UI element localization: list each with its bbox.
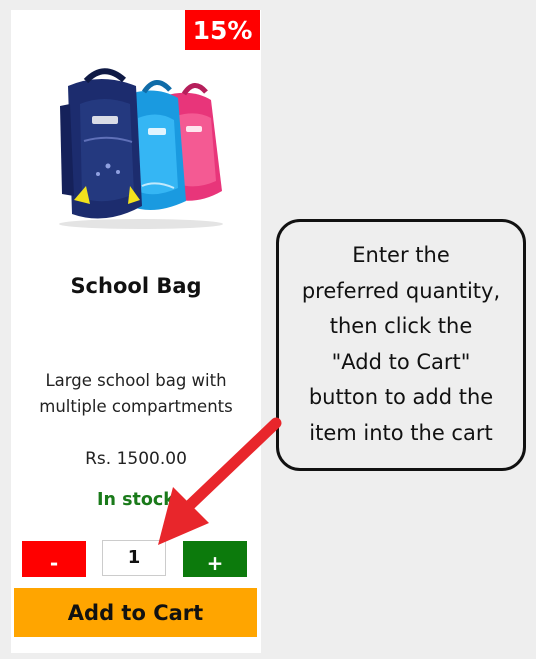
product-description: Large school bag with multiple compartme… xyxy=(11,368,261,420)
stock-status: In stock xyxy=(97,490,175,510)
instruction-callout: Enter the preferred quantity, then click… xyxy=(276,219,526,471)
product-image xyxy=(59,68,223,229)
add-to-cart-button[interactable]: Add to Cart xyxy=(14,588,257,637)
instruction-text: Enter the preferred quantity, then click… xyxy=(301,243,501,445)
discount-badge: 15% xyxy=(185,10,260,50)
product-card: 15% School Bag Large school bag with mul… xyxy=(11,10,261,653)
navy-backpack xyxy=(60,68,142,219)
description-line-2: multiple compartments xyxy=(39,397,233,416)
quantity-input[interactable]: 1 xyxy=(102,540,166,576)
decrement-button[interactable]: - xyxy=(22,541,86,577)
product-price: Rs. 1500.00 xyxy=(85,449,187,469)
increment-button[interactable]: + xyxy=(183,541,247,577)
page: 15% School Bag Large school bag with mul… xyxy=(0,0,536,659)
product-name: School Bag xyxy=(70,274,202,298)
description-line-1: Large school bag with xyxy=(45,371,227,390)
